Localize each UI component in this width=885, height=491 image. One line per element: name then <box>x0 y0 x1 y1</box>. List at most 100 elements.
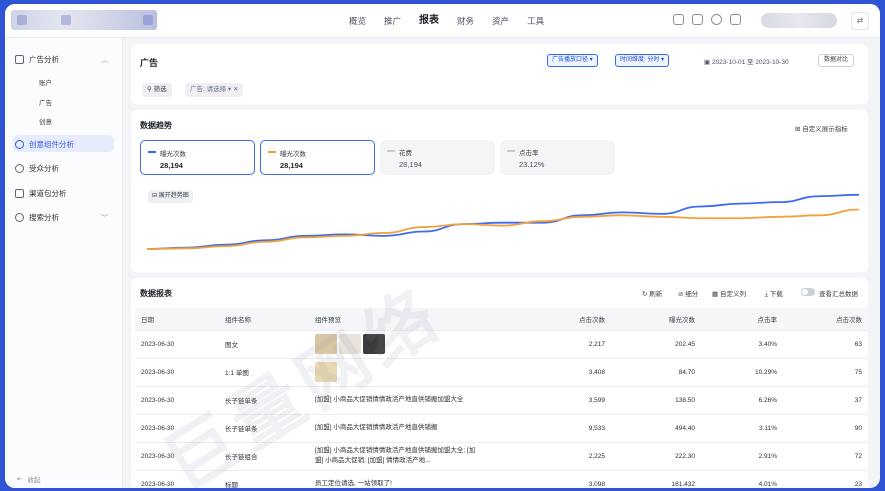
column-header-clicks[interactable]: 点击次数 <box>485 308 611 331</box>
nav-item-overview[interactable]: 概览 <box>340 4 375 38</box>
summary-toggle[interactable] <box>801 288 815 296</box>
bell-icon[interactable] <box>673 14 684 25</box>
chevron-up-icon[interactable]: ︿ <box>101 55 108 65</box>
brand-logo[interactable] <box>11 10 157 30</box>
user-icon <box>15 164 24 173</box>
table-row[interactable]: 2023-06-30 长子链组合 [加盟] 小商品大促销情情政活产地直供铺搬加盟大全… <box>135 442 868 471</box>
sidebar-item-channel-package[interactable]: 渠道包分析 <box>15 188 67 199</box>
cell-impressions: 138.50 <box>611 386 701 415</box>
cell-clicks-2: 23 <box>783 470 868 488</box>
trend-line-chart <box>146 193 860 250</box>
breakdown-button[interactable]: ⊘ 细分 <box>678 288 698 298</box>
column-header-date[interactable]: 日期 <box>135 308 219 331</box>
cell-date: 2023-06-30 <box>135 386 219 415</box>
metric-value: 28,194 <box>160 161 183 170</box>
message-icon[interactable] <box>692 14 703 25</box>
time-dimension-dropdown[interactable]: 时间维度: 分时 ▾ <box>615 54 670 67</box>
caliber-dropdown[interactable]: 广告播放口径 ▾ <box>547 54 598 67</box>
table-row[interactable]: 2023-06-30 长子链单条 [加盟] 小商品大促销情情政活产地直供铺搬 9,53… <box>135 414 868 443</box>
cell-preview: 员工定位请选, 一站领取了! <box>309 470 485 488</box>
chevron-down-icon[interactable]: ﹀ <box>101 213 108 223</box>
column-header-impressions[interactable]: 曝光次数 <box>611 308 701 331</box>
preview-thumbnails[interactable] <box>315 334 479 354</box>
preview-thumbnails[interactable] <box>315 362 479 382</box>
ad-filter-tag[interactable]: 广告: 请选择 ▾ ✕ <box>185 83 244 97</box>
custom-columns-button[interactable]: ▦ 自定义列 <box>712 288 746 298</box>
cell-preview: [加盟] 小商品大促销情情政活产地直供铺搬加盟大全; [加盟] 小商品大促销; … <box>309 442 485 471</box>
nav-item-promotion[interactable]: 推广 <box>375 4 410 38</box>
custom-metric-label: 自定义展示指标 <box>802 126 848 133</box>
table-row[interactable]: 2023-06-30 长子链单条 [加盟] 小商品大促销情情政活产地直供铺搬加盟大全… <box>135 386 868 415</box>
bulb-icon <box>15 140 24 149</box>
column-header-clicks-2[interactable]: 点击次数 <box>783 308 868 331</box>
metric-card-ctr[interactable]: 点击率 23.12% <box>500 140 615 175</box>
refresh-button[interactable]: ↻ 刷新 <box>642 288 662 298</box>
thumbnail-image[interactable] <box>363 334 385 354</box>
top-icon-group <box>673 14 741 25</box>
sidebar-subitem-account[interactable]: 账户 <box>39 77 52 87</box>
thumbnail-image[interactable] <box>315 362 337 382</box>
filter-button[interactable]: ⚲ 筛选 <box>142 83 172 97</box>
cell-clicks-2: 37 <box>783 386 868 415</box>
cell-date: 2023-06-30 <box>135 414 219 443</box>
cell-component-name: 长子链单条 <box>219 414 309 443</box>
sidebar-subitem-ad[interactable]: 广告 <box>39 97 52 107</box>
table-row[interactable]: 2023-06-30 标题 员工定位请选, 一站领取了! 3,098 161.432 4.… <box>135 470 868 488</box>
cell-impressions: 202.45 <box>611 330 701 359</box>
column-header-preview[interactable]: 组件预览 <box>309 308 485 331</box>
cell-date: 2023-06-30 <box>135 358 219 387</box>
user-account-menu[interactable] <box>761 13 837 28</box>
metric-card-cost[interactable]: 花费 28,194 <box>380 140 495 175</box>
metric-card-impressions-2[interactable]: 曝光次数 28,194 <box>260 140 375 175</box>
summary-toggle-label: 查看汇总数据 <box>819 291 858 298</box>
switch-account-icon[interactable]: ⇄ <box>851 12 869 30</box>
cell-impressions: 161.432 <box>611 470 701 488</box>
trend-title: 数据趋势 <box>140 121 172 130</box>
data-compare-button[interactable]: 数据对比 <box>818 54 855 67</box>
series-line-1 <box>146 193 860 250</box>
nav-item-reports[interactable]: 报表 <box>410 4 448 38</box>
app-window: 概览 推广 报表 财务 资产 工具 ⇄ 广告分析 ︿ 账户 广告 创意 创意组件… <box>5 4 880 488</box>
cell-impressions: 494.40 <box>611 414 701 443</box>
sidebar-item-creative-component[interactable]: 创意组件分析 <box>15 139 74 150</box>
download-button[interactable]: ⤓ 下载 <box>765 288 783 299</box>
thumbnail-image[interactable] <box>339 334 361 354</box>
table-row[interactable]: 2023-06-30 图文 2,217 202.45 3.40% 63 <box>135 330 868 359</box>
nav-item-tools[interactable]: 工具 <box>518 4 553 38</box>
cell-date: 2023-06-30 <box>135 470 219 488</box>
metric-label: 曝光次数 <box>160 151 186 158</box>
cell-clicks-2: 63 <box>783 330 868 359</box>
metric-label: 花费 <box>399 150 412 157</box>
metric-card-impressions[interactable]: 曝光次数 28,194 <box>140 140 255 175</box>
cell-preview <box>309 358 485 387</box>
cell-component-name: 图文 <box>219 330 309 359</box>
cell-ctr: 3.11% <box>701 414 783 443</box>
help-icon[interactable] <box>711 14 722 25</box>
date-range-picker[interactable]: ▣ 2023-10-01 至 2023-10-30 <box>704 56 789 66</box>
series-swatch <box>507 150 515 152</box>
sidebar-subitem-creative[interactable]: 创意 <box>39 116 52 126</box>
sidebar-item-label: 搜索分析 <box>29 213 59 222</box>
table-row[interactable]: 2023-06-30 1:1 单图 3,408 84.70 10.29% 75 <box>135 358 868 387</box>
thumbnail-image[interactable] <box>315 334 337 354</box>
chart-icon <box>15 55 24 64</box>
collapse-label: 收起 <box>27 477 41 484</box>
sidebar-item-ad-analysis[interactable]: 广告分析 <box>15 54 59 65</box>
nav-item-assets[interactable]: 资产 <box>483 4 518 38</box>
sidebar-item-label: 创意组件分析 <box>29 140 74 149</box>
sidebar-item-audience[interactable]: 受众分析 <box>15 163 59 174</box>
custom-metric-button[interactable]: ⊞ 自定义展示指标 <box>795 123 848 133</box>
nav-item-finance[interactable]: 财务 <box>448 4 483 38</box>
top-navigation-bar: 概览 推广 报表 财务 资产 工具 ⇄ <box>5 4 880 38</box>
cell-clicks: 3,098 <box>485 470 611 488</box>
metric-value: 28,194 <box>399 160 422 169</box>
main-nav: 概览 推广 报表 财务 资产 工具 <box>340 4 553 38</box>
column-header-ctr[interactable]: 点击率 <box>701 308 783 331</box>
caliber-dropdown-label: 广告播放口径 <box>552 57 589 63</box>
column-header-component-name[interactable]: 组件名称 <box>219 308 309 331</box>
phone-icon[interactable] <box>730 14 741 25</box>
sidebar-item-search[interactable]: 搜索分析 <box>15 212 59 223</box>
cell-preview: [加盟] 小商品大促销情情政活产地直供铺搬加盟大全 <box>309 386 485 415</box>
collapse-sidebar-button[interactable]: ⇤ 收起 <box>17 474 40 484</box>
filter-button-label: 筛选 <box>153 86 167 93</box>
